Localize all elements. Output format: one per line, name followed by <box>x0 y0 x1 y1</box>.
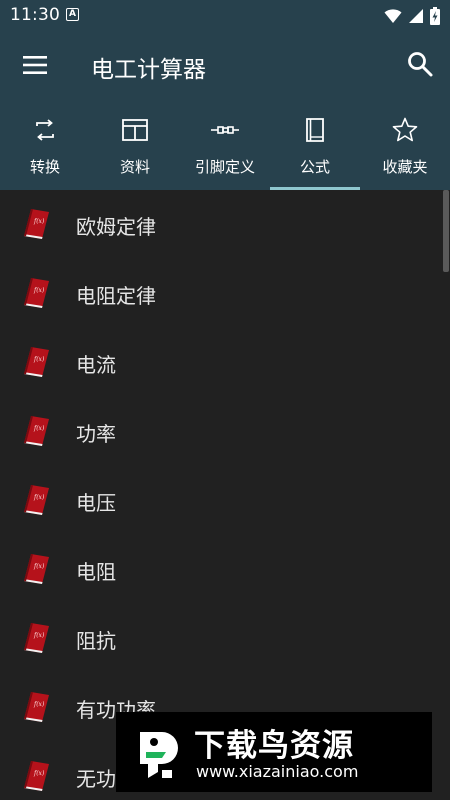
system-icons <box>384 7 440 25</box>
watermark-overlay: 下载鸟资源 www.xiazainiao.com <box>116 712 432 792</box>
list-item-label: 欧姆定律 <box>76 215 156 239</box>
svg-text:f(x): f(x) <box>33 356 45 363</box>
svg-text:f(x): f(x) <box>33 563 45 570</box>
list-item-label: 电阻定律 <box>76 284 156 308</box>
tab-bar: 转换 资料 引脚定义 公式 收藏夹 <box>0 98 450 190</box>
list-item-label: 电压 <box>76 491 116 515</box>
formula-book-icon: f(x) <box>24 692 49 722</box>
search-icon[interactable] <box>406 50 434 78</box>
status-bar: 11:30 A <box>0 0 450 32</box>
list-item[interactable]: f(x) 电阻定律 <box>0 259 444 328</box>
battery-charging-icon <box>430 7 440 25</box>
app-title: 电工计算器 <box>91 57 206 83</box>
menu-icon[interactable] <box>22 52 48 78</box>
book-icon <box>306 118 324 142</box>
cellular-signal-icon <box>409 9 423 23</box>
formula-book-icon: f(x) <box>24 347 49 377</box>
list-item[interactable]: f(x) 电阻 <box>0 535 444 604</box>
list-item-label: 功率 <box>76 422 116 446</box>
tab-label: 公式 <box>299 158 330 176</box>
notification-icon: A <box>66 8 79 21</box>
formula-book-icon: f(x) <box>24 554 49 584</box>
formula-book-icon: f(x) <box>24 209 49 239</box>
formula-list: f(x) 欧姆定律 f(x) 电阻定律 f(x) 电流 f(x) 功率 f(x)… <box>0 190 450 800</box>
formula-book-icon: f(x) <box>24 278 49 308</box>
svg-text:f(x): f(x) <box>33 494 45 501</box>
list-item-label: 电流 <box>76 353 116 377</box>
list-item[interactable]: f(x) 功率 <box>0 397 444 466</box>
tab-data[interactable]: 资料 <box>90 98 180 190</box>
svg-text:f(x): f(x) <box>33 632 45 639</box>
svg-text:f(x): f(x) <box>33 218 45 225</box>
svg-text:f(x): f(x) <box>33 425 45 432</box>
list-item-label: 阻抗 <box>76 629 116 653</box>
list-item[interactable]: f(x) 电流 <box>0 328 444 397</box>
svg-text:f(x): f(x) <box>33 701 45 708</box>
watermark-url: www.xiazainiao.com <box>196 762 359 781</box>
tab-pin-definition[interactable]: 引脚定义 <box>180 98 270 190</box>
star-icon <box>392 117 418 142</box>
list-item[interactable]: f(x) 阻抗 <box>0 604 444 673</box>
wifi-icon <box>384 9 402 23</box>
bird-logo-icon <box>140 732 178 778</box>
watermark-text: 下载鸟资源 <box>194 728 354 764</box>
app-bar: 电工计算器 <box>0 32 450 98</box>
list-item[interactable]: f(x) 电压 <box>0 466 444 535</box>
svg-text:f(x): f(x) <box>33 287 45 294</box>
tab-label: 转换 <box>29 158 60 176</box>
list-item[interactable]: f(x) 欧姆定律 <box>0 190 444 259</box>
status-time: 11:30 <box>10 5 60 25</box>
connector-icon <box>211 126 239 134</box>
tab-label: 引脚定义 <box>194 158 255 176</box>
tab-formula[interactable]: 公式 <box>270 98 360 190</box>
formula-book-icon: f(x) <box>24 623 49 653</box>
list-item-label: 电阻 <box>76 560 116 584</box>
list-scrollbar[interactable] <box>443 190 449 272</box>
formula-book-icon: f(x) <box>24 416 49 446</box>
formula-book-icon: f(x) <box>24 761 49 791</box>
tab-label: 收藏夹 <box>382 158 428 176</box>
svg-text:f(x): f(x) <box>33 770 45 777</box>
table-icon <box>122 119 148 141</box>
tab-favorites[interactable]: 收藏夹 <box>360 98 450 190</box>
tab-label: 资料 <box>119 158 150 176</box>
convert-icon <box>36 119 54 141</box>
tab-convert[interactable]: 转换 <box>0 98 90 190</box>
formula-book-icon: f(x) <box>24 485 49 515</box>
